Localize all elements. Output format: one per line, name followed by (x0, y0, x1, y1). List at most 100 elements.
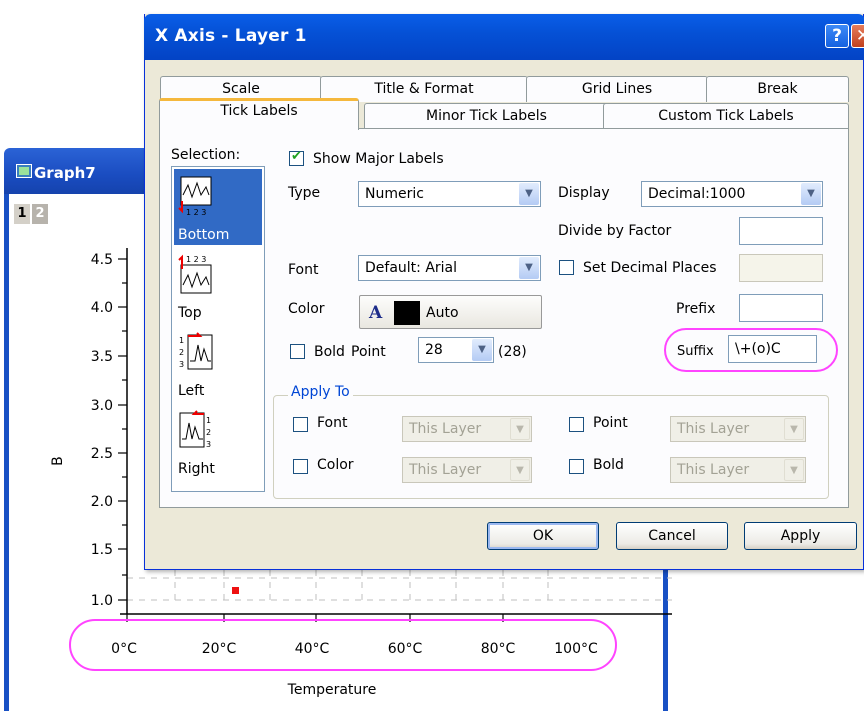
divide-by-factor-label: Divide by Factor (558, 223, 672, 239)
y-tick-label: 3.0 (91, 398, 113, 414)
apply-bold-select[interactable]: This Layer ▼ (670, 457, 806, 483)
dialog-titlebar[interactable]: X Axis - Layer 1 ? ✕ (144, 14, 864, 60)
font-label: Font (288, 262, 319, 278)
svg-text:3: 3 (206, 440, 211, 449)
plot-grid (127, 570, 672, 601)
apply-to-title: Apply To (288, 384, 353, 400)
tab-break[interactable]: Break (706, 76, 849, 102)
selection-label: Selection: (171, 147, 241, 163)
color-label: Color (288, 301, 325, 317)
x-tick-label: 100°C (554, 641, 598, 657)
chevron-down-icon: ▼ (519, 257, 539, 279)
apply-font-select[interactable]: This Layer ▼ (402, 416, 532, 442)
show-major-labels-label: Show Major Labels (313, 151, 444, 167)
selection-item-label: Top (178, 305, 202, 321)
set-decimal-places-checkbox[interactable] (559, 260, 574, 275)
show-major-labels-checkbox[interactable] (289, 149, 304, 166)
svg-text:2: 2 (206, 428, 211, 437)
ok-button[interactable]: OK (487, 522, 599, 550)
y-axis-title: B (50, 456, 66, 466)
color-button[interactable]: A Auto (359, 295, 542, 329)
selection-item-bottom[interactable]: 1 2 3 Bottom (174, 169, 262, 245)
bottom-axis-icon: 1 2 3 (178, 176, 212, 217)
svg-text:3: 3 (179, 360, 184, 369)
apply-button[interactable]: Apply (744, 522, 857, 550)
divide-by-factor-input[interactable] (739, 217, 823, 245)
apply-color-select[interactable]: This Layer ▼ (402, 457, 532, 483)
left-axis-icon: 1 2 3 (179, 332, 213, 370)
type-select[interactable]: Numeric ▼ (358, 181, 541, 207)
font-value: Default: Arial (365, 260, 458, 276)
apply-font-label: Font (317, 415, 348, 431)
point-size-value: 28 (425, 342, 443, 358)
apply-font-checkbox[interactable] (293, 417, 308, 432)
cancel-button[interactable]: Cancel (616, 522, 728, 550)
selection-item-label: Left (178, 383, 205, 399)
svg-text:2: 2 (179, 348, 184, 357)
color-swatch (394, 301, 420, 325)
apply-font-value: This Layer (409, 421, 482, 437)
apply-color-value: This Layer (409, 462, 482, 478)
top-axis-icon: 1 2 3 (178, 254, 212, 294)
apply-point-value: This Layer (677, 421, 750, 437)
x-tick-label: 60°C (388, 641, 423, 657)
selection-list: 1 2 3 Bottom 1 2 3 Top 1 2 3 Left 1 2 3 … (171, 166, 265, 492)
chevron-down-icon: ▼ (472, 339, 492, 361)
prefix-input[interactable] (739, 294, 823, 322)
y-tick-label: 2.0 (91, 494, 113, 510)
chevron-down-icon: ▼ (519, 183, 539, 205)
apply-point-label: Point (593, 415, 628, 431)
display-value: Decimal:1000 (648, 186, 746, 202)
svg-text:1: 1 (206, 416, 211, 425)
tab-grid-lines[interactable]: Grid Lines (526, 76, 708, 102)
display-select[interactable]: Decimal:1000 ▼ (641, 181, 823, 207)
help-button[interactable]: ? (825, 24, 849, 48)
chevron-down-icon: ▼ (784, 418, 804, 440)
y-tick-label: 2.5 (91, 446, 113, 462)
x-tick-label: 80°C (481, 641, 516, 657)
apply-bold-label: Bold (593, 457, 624, 473)
x-axis-dialog: X Axis - Layer 1 ? ✕ Scale Title & Forma… (144, 14, 864, 570)
apply-point-select[interactable]: This Layer ▼ (670, 416, 806, 442)
svg-text:1: 1 (179, 336, 184, 345)
chevron-down-icon: ▼ (801, 183, 821, 205)
x-tick-label: 40°C (295, 641, 330, 657)
svg-text:1 2 3: 1 2 3 (186, 255, 206, 264)
bold-label: Bold (314, 344, 345, 360)
x-axis-title: Temperature (287, 682, 377, 698)
x-tick-label: 0°C (111, 641, 137, 657)
apply-color-checkbox[interactable] (293, 459, 308, 474)
display-label: Display (558, 185, 610, 201)
apply-point-checkbox[interactable] (569, 417, 584, 432)
close-button[interactable]: ✕ (851, 24, 864, 48)
apply-to-group (273, 395, 829, 499)
svg-text:1 2 3: 1 2 3 (186, 208, 206, 217)
chevron-down-icon: ▼ (510, 418, 530, 440)
y-tick-label: 1.5 (91, 542, 113, 558)
selection-item-left[interactable]: 1 2 3 Left (174, 325, 262, 401)
point-size-select[interactable]: 28 ▼ (418, 337, 494, 363)
tab-minor-tick-labels[interactable]: Minor Tick Labels (364, 103, 609, 129)
tab-tick-labels[interactable]: Tick Labels (159, 98, 359, 130)
y-ticks (118, 258, 127, 601)
selection-item-top[interactable]: 1 2 3 Top (174, 247, 262, 323)
decimal-places-input[interactable] (739, 254, 823, 282)
font-select[interactable]: Default: Arial ▼ (358, 255, 541, 281)
color-value: Auto (426, 305, 459, 321)
chevron-down-icon: ▼ (784, 459, 804, 481)
prefix-label: Prefix (676, 301, 716, 317)
apply-bold-checkbox[interactable] (569, 459, 584, 474)
y-tick-label: 4.5 (91, 252, 113, 268)
chevron-down-icon: ▼ (510, 459, 530, 481)
point-label: Point (351, 344, 386, 360)
bold-checkbox[interactable] (290, 344, 305, 359)
dialog-title: X Axis - Layer 1 (155, 26, 307, 46)
font-color-icon: A (369, 303, 383, 323)
y-tick-label: 3.5 (91, 349, 113, 365)
selection-item-label: Bottom (178, 227, 230, 243)
point-size-actual: (28) (498, 344, 527, 360)
tab-custom-tick-labels[interactable]: Custom Tick Labels (603, 103, 849, 129)
selection-item-right[interactable]: 1 2 3 Right (174, 403, 262, 479)
x-labels-highlight (69, 619, 617, 671)
right-axis-icon: 1 2 3 (179, 410, 211, 449)
